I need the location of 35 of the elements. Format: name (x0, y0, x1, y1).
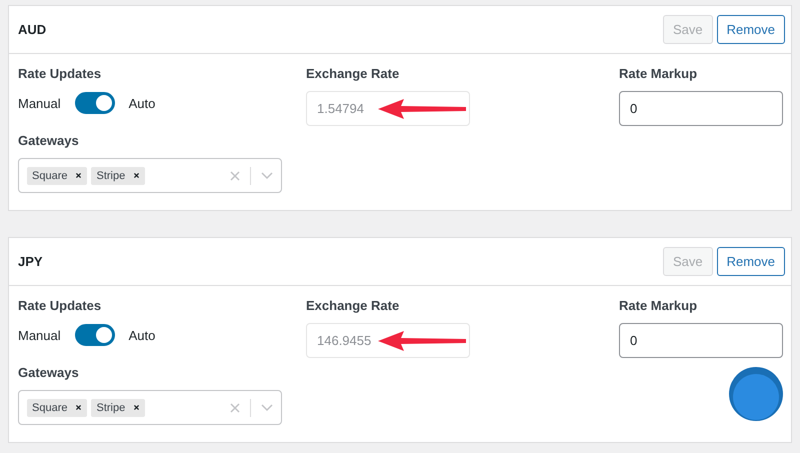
toggle-switch[interactable] (74, 324, 115, 346)
field-label: Exchange Rate (306, 298, 400, 313)
gateway-tag[interactable]: Stripe (91, 398, 146, 416)
field-label: Rate Markup (619, 298, 698, 313)
chat-bubble-icon[interactable] (728, 366, 784, 422)
gateway-tag[interactable]: Square (27, 166, 88, 184)
field-label: Gateways (18, 365, 80, 380)
toggle-label: Manual (18, 328, 61, 342)
field-label: Rate Updates (18, 298, 102, 313)
remove-tag-icon[interactable] (75, 404, 82, 411)
remove-tag-icon[interactable] (133, 172, 140, 179)
field-label: Rate Updates (18, 66, 102, 81)
currency-code: JPY (18, 254, 43, 269)
toggle-label: Auto (128, 328, 156, 342)
currency-code: AUD (18, 22, 46, 37)
tag-label: Stripe (96, 170, 126, 182)
rate-markup-field[interactable]: 0 (619, 91, 783, 126)
tag-label: Square (32, 170, 68, 182)
remove-button[interactable]: Remove (716, 15, 785, 44)
field-label: Rate Markup (619, 66, 698, 81)
rate-markup-field[interactable]: 0 (619, 323, 783, 358)
gateway-tag[interactable]: Square (27, 398, 88, 416)
toggle-label: Auto (128, 96, 156, 110)
remove-tag-icon[interactable] (75, 172, 82, 179)
field-label: Gateways (18, 133, 80, 148)
gateways-select[interactable]: Square Stripe (18, 158, 282, 193)
toggle-label: Manual (18, 96, 61, 110)
tag-label: Square (32, 402, 68, 414)
gateway-tag[interactable]: Stripe (91, 166, 146, 184)
remove-tag-icon[interactable] (133, 404, 140, 411)
toggle-switch[interactable] (74, 92, 115, 114)
tag-label: Stripe (96, 402, 126, 414)
gateways-select[interactable]: Square Stripe (18, 390, 282, 425)
field-label: Exchange Rate (306, 66, 400, 81)
remove-button[interactable]: Remove (716, 247, 785, 276)
